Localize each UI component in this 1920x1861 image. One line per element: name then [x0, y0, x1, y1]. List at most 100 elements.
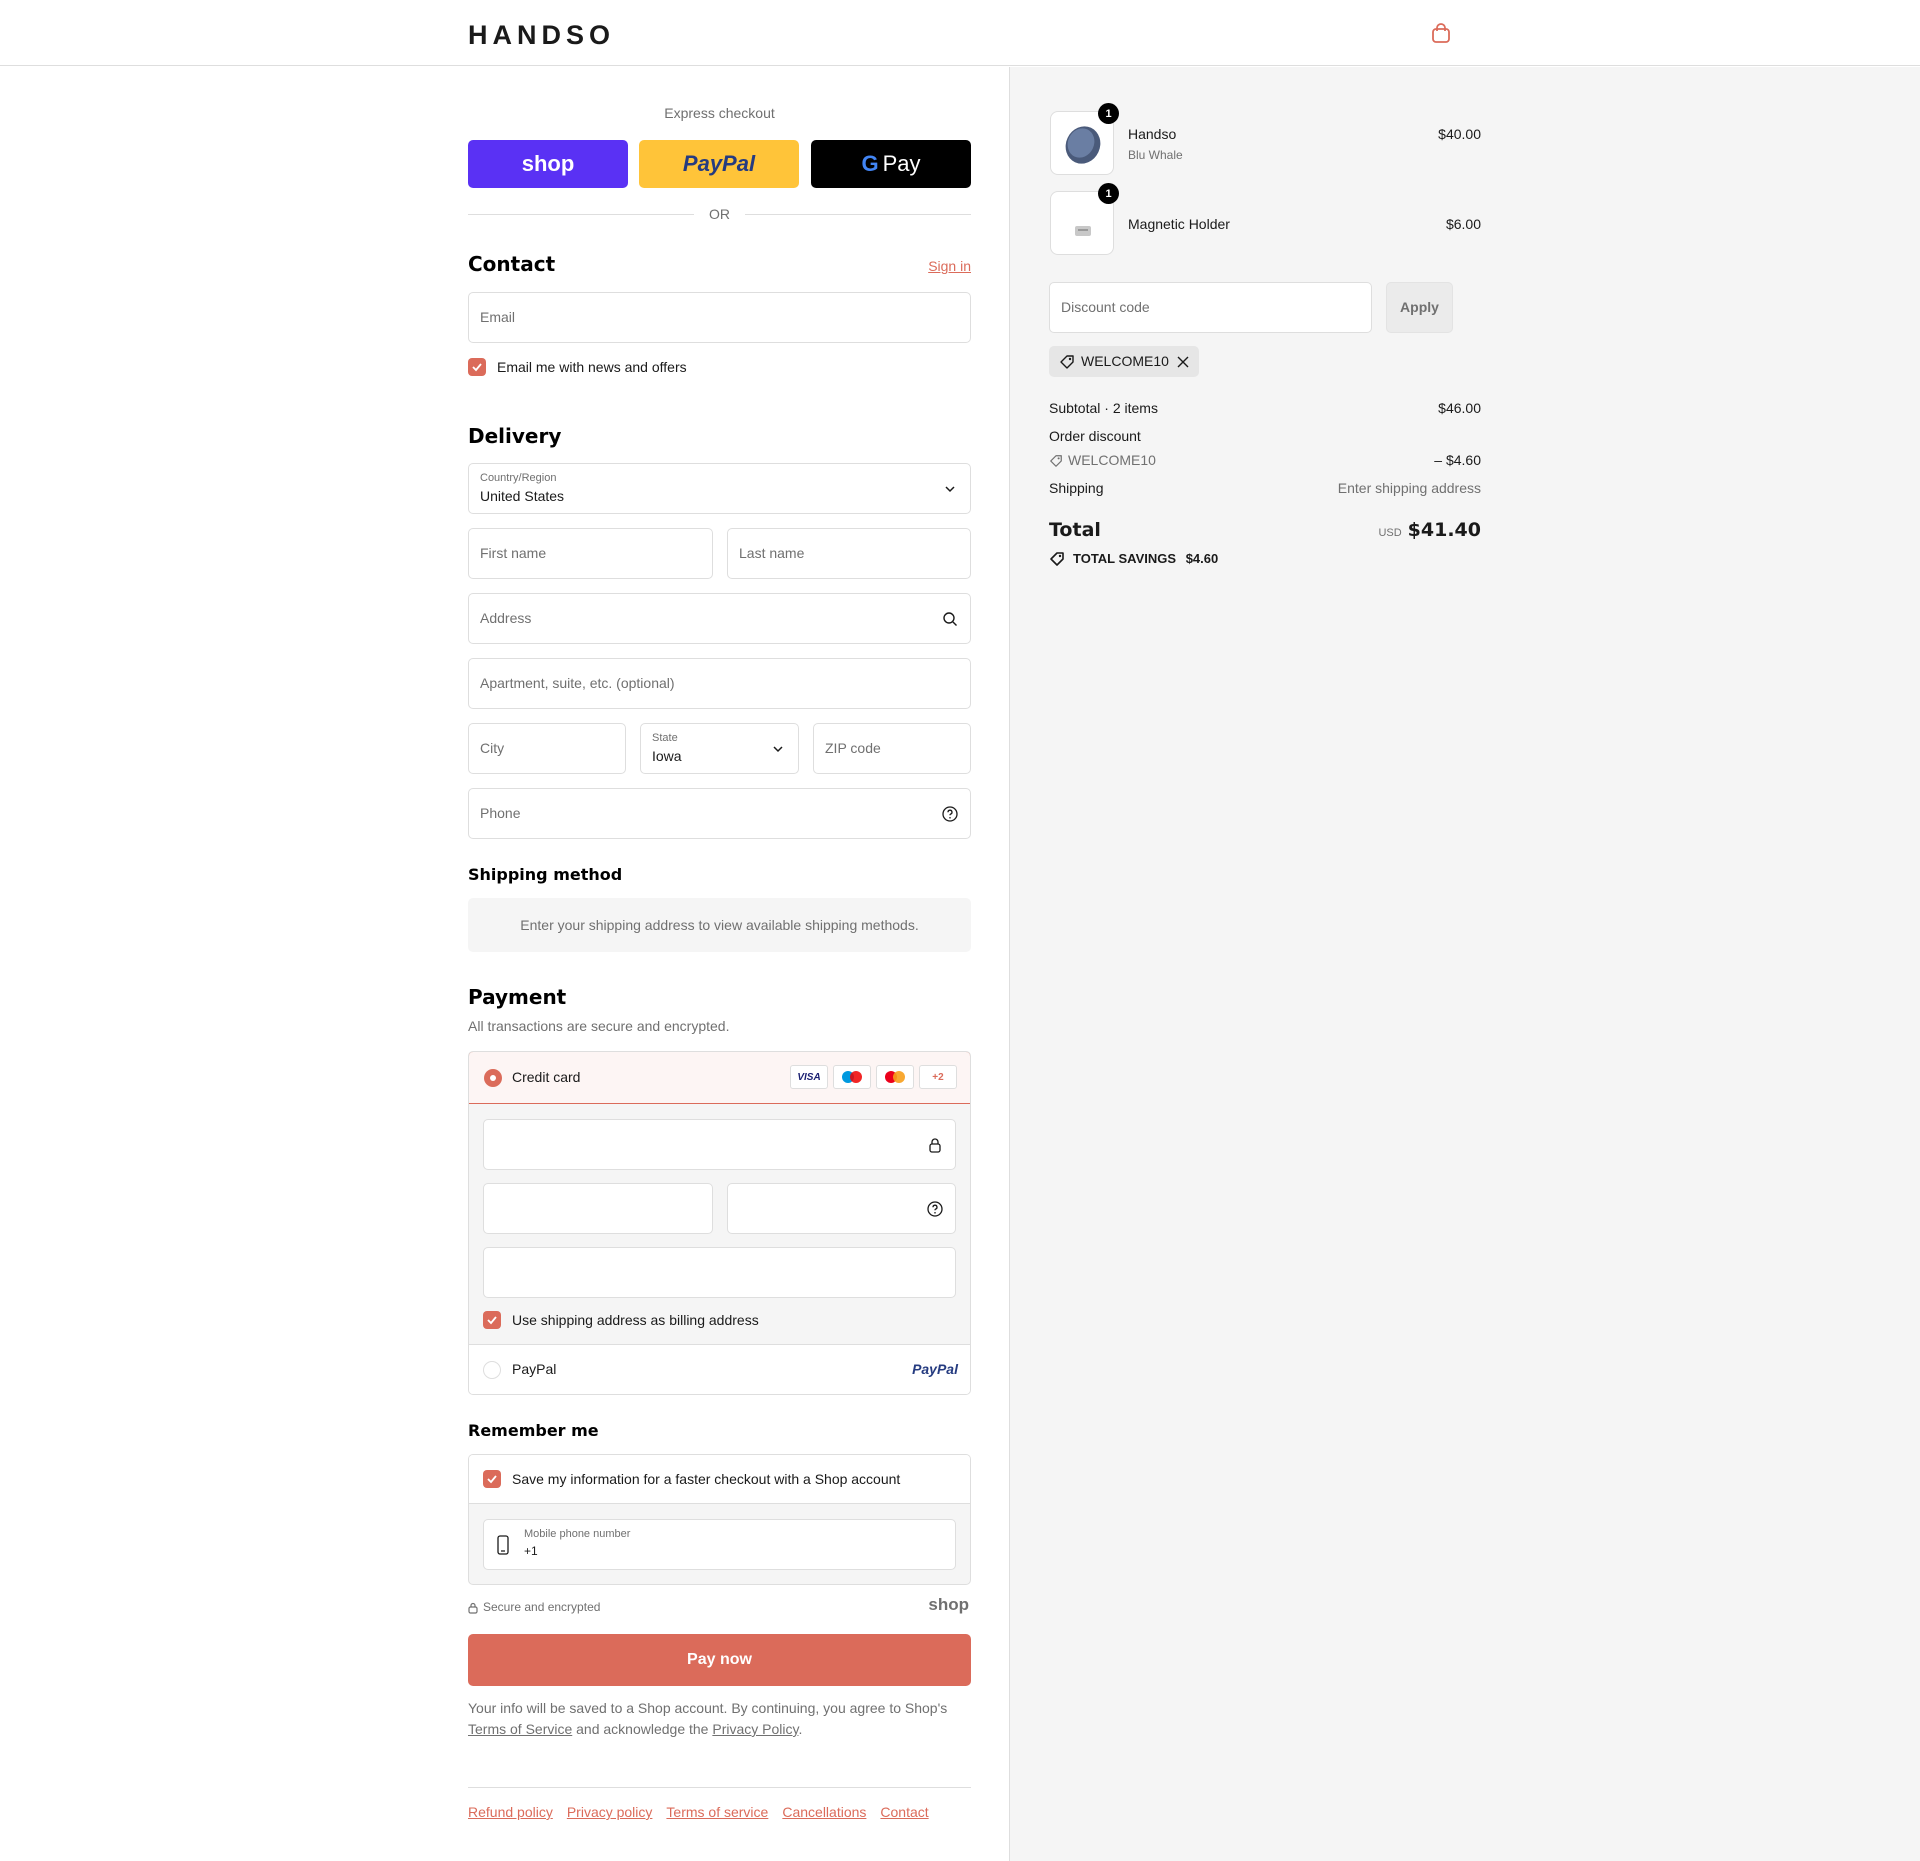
email-field[interactable]: Email [468, 292, 971, 343]
pay-now-button[interactable]: Pay now [468, 1634, 971, 1686]
tag-icon [1050, 455, 1062, 467]
card-cvv-field[interactable] [727, 1183, 956, 1234]
shipping-value: Enter shipping address [1337, 480, 1481, 496]
quantity-badge: 1 [1098, 103, 1119, 124]
search-icon [943, 612, 957, 626]
city-placeholder: City [480, 740, 505, 756]
check-icon [487, 1316, 497, 1325]
gpay-label: Pay [882, 151, 921, 176]
tag-icon [1060, 355, 1074, 369]
maestro-icon [833, 1065, 871, 1089]
discount-value: – $4.60 [1434, 452, 1481, 468]
total-label: Total [1049, 519, 1101, 541]
applied-discount-tag: WELCOME10 [1049, 346, 1199, 377]
remember-me-heading: Remember me [468, 1421, 599, 1440]
card-name-field[interactable] [483, 1247, 956, 1298]
close-icon[interactable] [1177, 356, 1189, 368]
tag-icon [1050, 552, 1064, 566]
contact-link[interactable]: Contact [880, 1804, 928, 1820]
paypal-button[interactable]: PayPal [639, 140, 799, 188]
refund-policy-link[interactable]: Refund policy [468, 1804, 553, 1820]
city-field[interactable]: City [468, 723, 626, 774]
country-label: Country/Region [480, 472, 557, 484]
cart-icon[interactable] [1430, 22, 1452, 44]
shop-logo: shop [928, 1595, 969, 1614]
total-savings: TOTAL SAVINGS $4.60 [1073, 551, 1218, 566]
or-label: OR [709, 206, 730, 222]
chevron-down-icon [773, 746, 783, 753]
google-g-icon: G [861, 151, 879, 176]
apply-button[interactable]: Apply [1386, 282, 1453, 333]
subtotal-label: Subtotal · 2 items [1049, 400, 1158, 416]
lock-icon [468, 1602, 478, 1614]
discount-code-label: WELCOME10 [1068, 452, 1156, 468]
email-placeholder: Email [480, 309, 516, 325]
brand-logo[interactable]: HANDSO [468, 20, 615, 51]
country-value: United States [480, 488, 565, 504]
first-name-field[interactable]: First name [468, 528, 713, 579]
currency-label: USD [1378, 527, 1402, 539]
savings-value: $4.60 [1185, 551, 1219, 566]
address-field[interactable]: Address [468, 593, 971, 644]
first-name-placeholder: First name [480, 545, 547, 561]
card-number-field[interactable] [483, 1119, 956, 1170]
delivery-heading: Delivery [468, 424, 562, 448]
check-icon [472, 363, 482, 372]
privacy-policy-link[interactable]: Privacy Policy [712, 1721, 798, 1737]
save-info-label: Save my information for a faster checkou… [512, 1471, 901, 1487]
help-icon[interactable] [942, 806, 958, 822]
phone-field[interactable]: Phone [468, 788, 971, 839]
express-checkout-title: Express checkout [664, 105, 775, 121]
cancellations-link[interactable]: Cancellations [782, 1804, 866, 1820]
product-name: Magnetic Holder [1128, 216, 1230, 232]
shipping-label: Shipping [1049, 480, 1104, 496]
privacy-policy-footer-link[interactable]: Privacy policy [567, 1804, 653, 1820]
discount-code-input[interactable]: Discount code [1049, 282, 1372, 333]
paypal-logo: PayPal [682, 151, 756, 176]
product-price: $6.00 [1445, 216, 1481, 232]
terms-of-service-footer-link[interactable]: Terms of service [666, 1804, 768, 1820]
apartment-placeholder: Apartment, suite, etc. (optional) [480, 675, 675, 691]
discount-placeholder: Discount code [1061, 299, 1150, 315]
total-value: $41.40 [1407, 519, 1481, 541]
card-expiry-field[interactable] [483, 1183, 713, 1234]
more-cards-badge: +2 [919, 1065, 957, 1089]
payment-options: Credit card VISA +2 Use shipping address… [468, 1051, 971, 1395]
shipping-method-notice: Enter your shipping address to view avai… [468, 898, 971, 952]
product-thumbnail: 1 [1050, 183, 1119, 255]
payment-subtitle: All transactions are secure and encrypte… [468, 1018, 730, 1034]
help-icon[interactable] [927, 1201, 943, 1217]
paypal-logo: PayPal [912, 1361, 958, 1377]
shop-pay-button[interactable]: shop [468, 140, 628, 188]
state-select[interactable]: State Iowa [640, 723, 799, 774]
phone-icon [497, 1535, 509, 1555]
news-checkbox[interactable] [468, 358, 486, 376]
subtotal-value: $46.00 [1438, 400, 1481, 416]
product-name: Handso [1128, 126, 1177, 142]
paypal-radio[interactable] [483, 1361, 501, 1379]
state-label: State [652, 732, 678, 744]
remember-me-box: Save my information for a faster checkou… [468, 1454, 971, 1585]
or-divider: OR [468, 204, 971, 224]
apartment-field[interactable]: Apartment, suite, etc. (optional) [468, 658, 971, 709]
state-value: Iowa [652, 748, 682, 764]
lock-icon [929, 1138, 941, 1153]
header: HANDSO [0, 0, 1920, 66]
sign-in-link[interactable]: Sign in [928, 258, 971, 274]
billing-label: Use shipping address as billing address [512, 1312, 759, 1328]
terms-of-service-link[interactable]: Terms of Service [468, 1721, 572, 1737]
total-amount: USD $41.40 [1378, 519, 1481, 541]
paypal-option[interactable]: PayPal PayPal [469, 1344, 970, 1394]
save-info-checkbox[interactable] [483, 1470, 501, 1488]
mobile-phone-field[interactable]: Mobile phone number +1 [483, 1519, 956, 1570]
google-pay-button[interactable]: G Pay [811, 140, 971, 188]
footer-links: Refund policy Privacy policy Terms of serv… [468, 1804, 943, 1820]
credit-card-option[interactable]: Credit card VISA +2 [469, 1052, 970, 1104]
address-placeholder: Address [480, 610, 532, 626]
billing-checkbox[interactable] [483, 1311, 501, 1329]
country-select[interactable]: Country/Region United States [468, 463, 971, 514]
credit-card-radio[interactable] [484, 1069, 502, 1087]
last-name-field[interactable]: Last name [727, 528, 971, 579]
zip-placeholder: ZIP code [825, 740, 881, 756]
zip-field[interactable]: ZIP code [813, 723, 971, 774]
